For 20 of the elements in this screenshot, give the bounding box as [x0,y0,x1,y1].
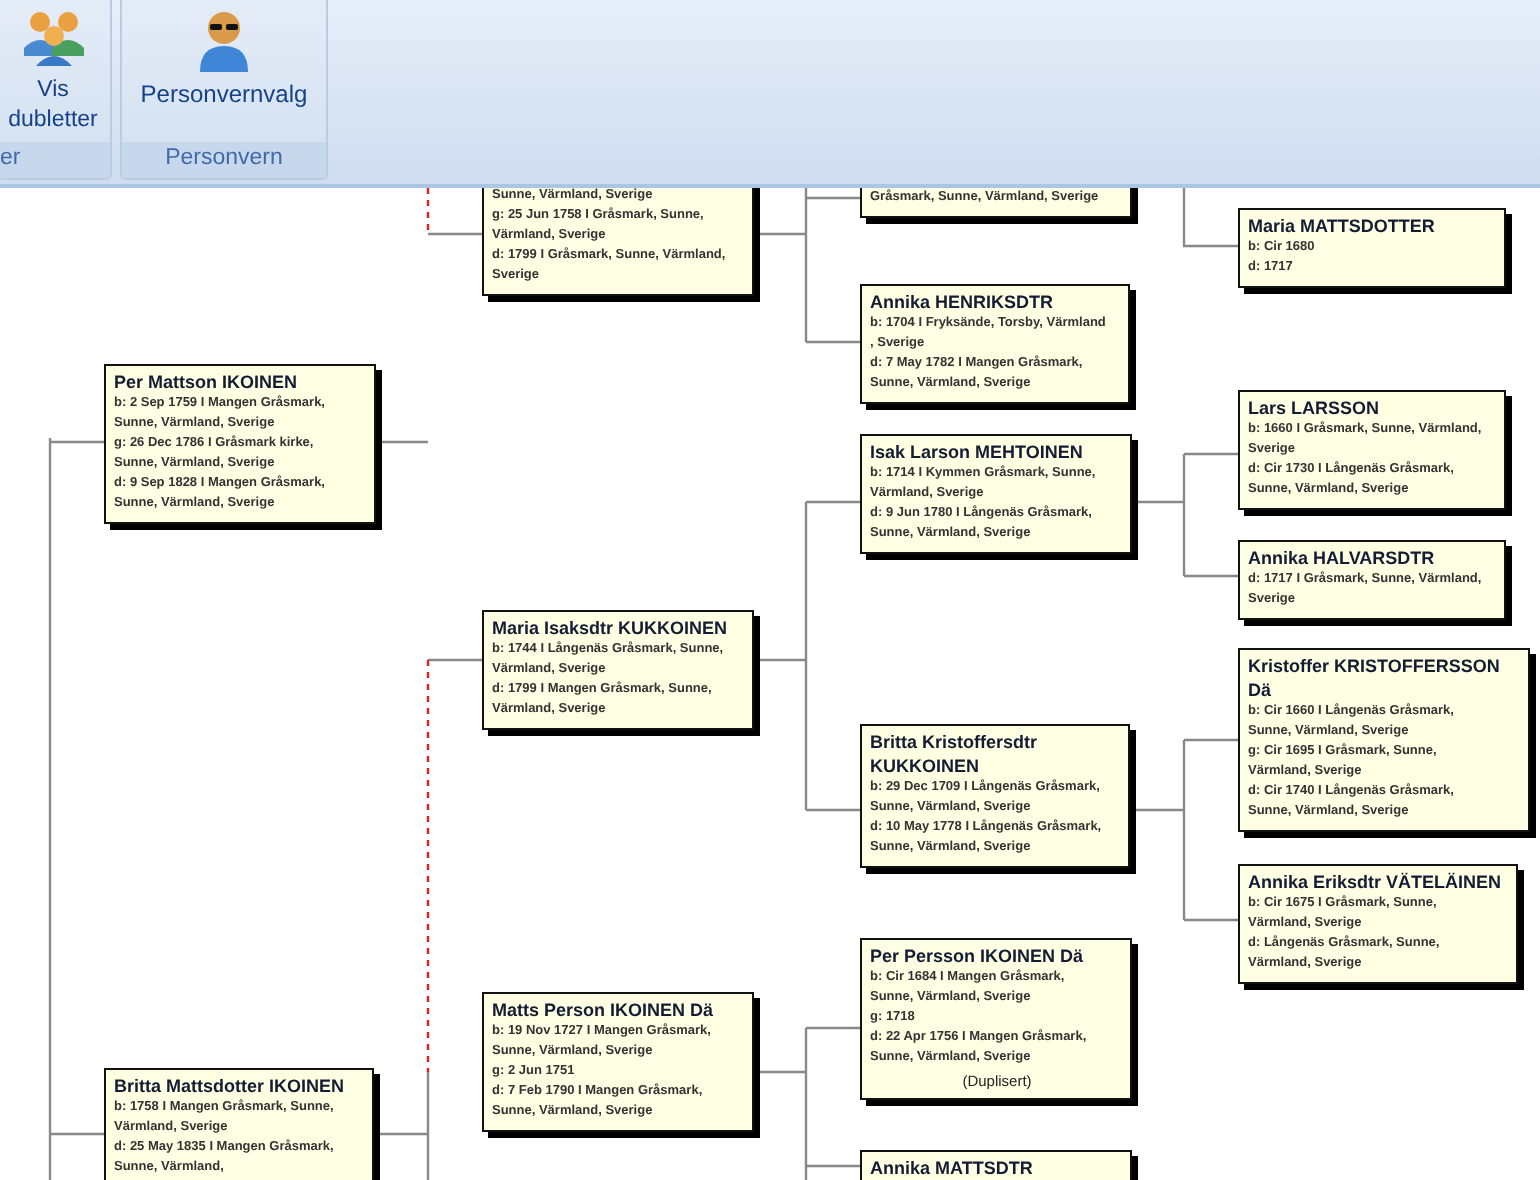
person-name: Matts Person IKOINEN Dä [492,998,716,1022]
person-name: Per Mattson IKOINEN [114,370,300,394]
person-name: Kristoffer KRISTOFFERSSON Dä [1248,654,1502,702]
person-name: Lars LARSSON [1248,396,1382,420]
person-name: Britta Mattsdotter IKOINEN [114,1074,347,1098]
ribbon-button[interactable]: Personvernvalg [136,0,312,142]
person-card[interactable]: Annika MATTSDTR [860,1150,1132,1180]
person-name: Annika HENRIKSDTR [870,290,1056,314]
person-name: Per Persson IKOINEN Dä [870,944,1086,968]
person-name: Annika Eriksdtr VÄTELÄINEN [1248,870,1504,894]
group-label: Personvern [122,142,326,178]
person-name: Britta Kristoffersdtr KUKKOINEN [870,730,1040,778]
person-name: Maria Isaksdtr KUKKOINEN [492,616,730,640]
person-name: Annika MATTSDTR [870,1156,1035,1180]
people-group-icon [19,8,87,68]
person-name: Maria MATTSDOTTER [1248,214,1437,238]
person-name: Isak Larson MEHTOINEN [870,440,1085,464]
ribbon-button[interactable]: Vis dubletter [0,0,111,142]
group-label: er [0,142,110,178]
person-name: Annika HALVARSDTR [1248,546,1437,570]
